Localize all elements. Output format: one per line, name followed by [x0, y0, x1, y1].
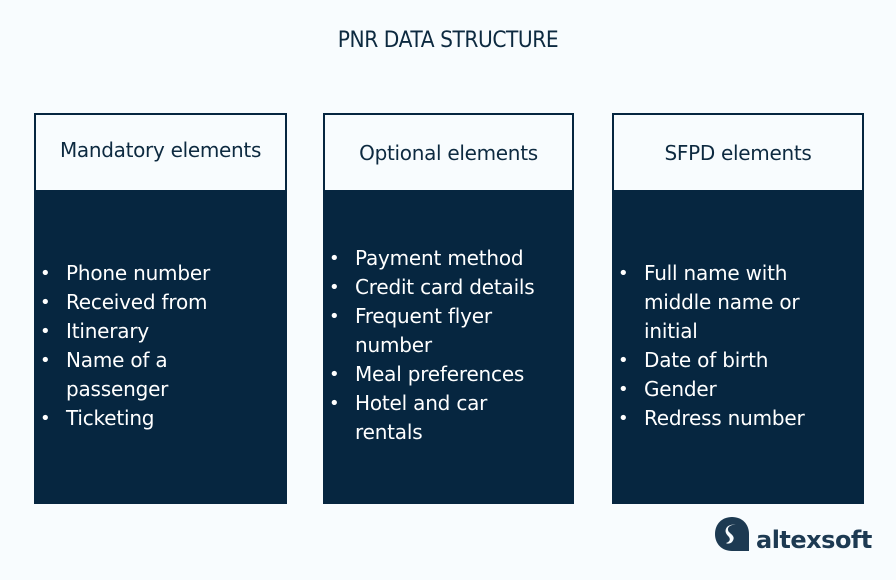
list-item: Received from	[40, 288, 283, 317]
list-item: Name of a passenger	[40, 346, 186, 404]
list-item: Payment method	[329, 244, 570, 273]
list-item: Credit card details	[329, 273, 570, 302]
list-item: Ticketing	[40, 404, 283, 433]
list-item: Frequent flyer number	[329, 302, 515, 360]
element-list: Full name with middle name or initial Da…	[618, 259, 860, 433]
altexsoft-logo-icon	[715, 517, 749, 551]
column-header: Mandatory elements	[36, 115, 285, 190]
list-item: Itinerary	[40, 317, 283, 346]
list-item: Meal preferences	[329, 360, 570, 389]
altexsoft-wordmark: altexsoft	[756, 526, 872, 554]
list-item: Hotel and car rentals	[329, 389, 505, 447]
element-list: Payment method Credit card details Frequ…	[329, 244, 570, 447]
list-item: Redress number	[618, 404, 860, 433]
list-item: Phone number	[40, 259, 283, 288]
element-list: Phone number Received from Itinerary Nam…	[40, 259, 283, 433]
column-mandatory-elements: Mandatory elements Phone number Received…	[34, 113, 287, 504]
column-heading: SFPD elements	[664, 140, 812, 165]
list-item: Date of birth	[618, 346, 860, 375]
list-item: Full name with middle name or initial	[618, 259, 819, 346]
column-header: SFPD elements	[614, 115, 862, 190]
column-heading: Optional elements	[359, 140, 538, 165]
column-header: Optional elements	[325, 115, 572, 190]
list-item: Gender	[618, 375, 860, 404]
altexsoft-logo: altexsoft	[714, 516, 872, 554]
diagram-title: PNR DATA STRUCTURE	[337, 28, 559, 53]
column-heading: Mandatory elements	[59, 137, 262, 162]
column-sfpd-elements: SFPD elements Full name with middle name…	[612, 113, 864, 504]
column-optional-elements: Optional elements Payment method Credit …	[323, 113, 574, 504]
